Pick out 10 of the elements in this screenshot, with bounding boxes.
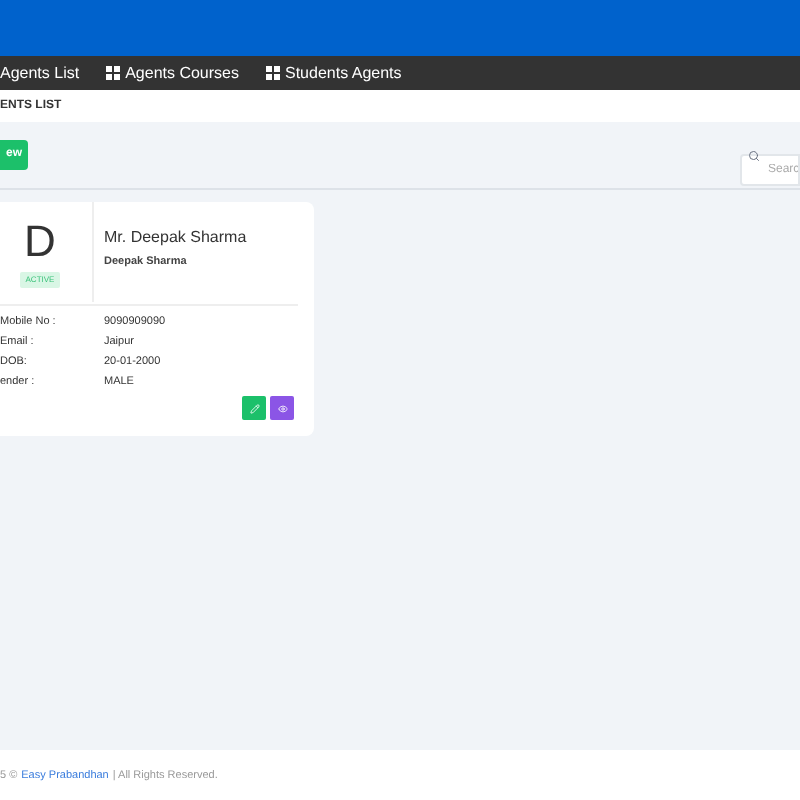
nav-link[interactable]: Agents List — [0, 61, 80, 85]
edit-button[interactable] — [242, 396, 266, 420]
nav-link[interactable]: Agents Courses — [105, 61, 239, 85]
pencil-icon — [249, 403, 259, 413]
agent-name: Mr. Deepak Sharma — [104, 226, 247, 250]
nav-link[interactable]: Students Agents — [265, 61, 402, 85]
view-button[interactable] — [270, 396, 294, 420]
avatar-initial: D — [24, 218, 56, 266]
search-icon — [748, 149, 760, 161]
eye-icon — [277, 403, 287, 413]
